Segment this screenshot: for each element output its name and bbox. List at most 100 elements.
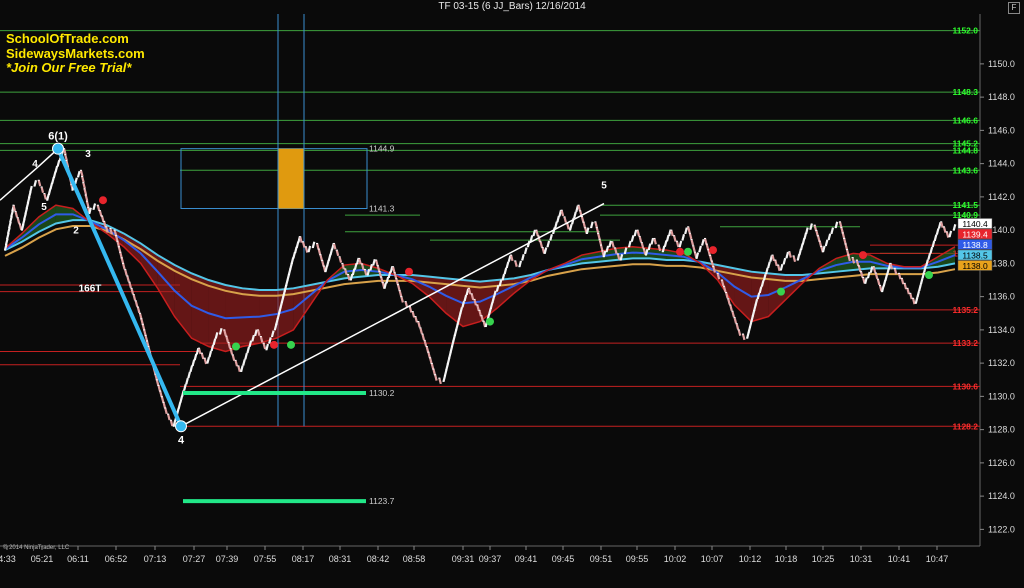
price-chart[interactable]: 1122.0 1124.0 1126.0 1128.0 1130.0 1132.0 1134… (0, 0, 1024, 588)
price-bar (49, 182, 54, 190)
price-bar (509, 254, 514, 262)
price-bar (251, 334, 255, 342)
y-tick-label: 1148.0 (988, 92, 1015, 102)
green-level-label: 1144.8 (952, 145, 978, 155)
price-bar (599, 244, 604, 252)
price-bar (855, 259, 860, 267)
price-bar (881, 285, 885, 292)
price-bar (231, 354, 236, 361)
y-tick-label: 1124.0 (988, 491, 1015, 501)
price-bar (735, 323, 740, 330)
x-tick-label: 09:55 (626, 554, 649, 564)
price-bar (532, 229, 537, 236)
signal-dot-green (232, 342, 240, 351)
price-bar (419, 327, 423, 334)
price-bar (882, 279, 887, 287)
green-level-label: 1152.0 (952, 26, 978, 36)
price-bar (927, 253, 932, 260)
price-bar (262, 342, 267, 350)
price-bar (92, 203, 97, 210)
price-bar (605, 245, 610, 253)
price-bar (276, 312, 281, 320)
price-bar (423, 339, 428, 347)
red-level-label: 1128.2 (952, 421, 978, 431)
price-bar (144, 335, 149, 342)
price-bar (432, 368, 436, 376)
price-bar (779, 263, 784, 271)
wave-label-bottom: 4 (178, 434, 185, 446)
price-bar (82, 182, 86, 189)
y-tick-label: 1128.0 (988, 425, 1015, 435)
price-bar (619, 253, 624, 261)
price-bar (14, 211, 19, 218)
price-bar (595, 227, 600, 234)
price-bar (760, 280, 765, 287)
x-tick-label: 07:55 (254, 554, 277, 564)
price-bar (341, 263, 345, 270)
x-tick-label: 07:27 (183, 554, 206, 564)
price-bar (191, 359, 196, 366)
price-bar (785, 251, 790, 259)
price-bar (395, 278, 399, 285)
x-tick-label: 09:31 (452, 554, 475, 564)
price-bar (731, 310, 735, 318)
price-bar (952, 224, 957, 231)
price-bar (851, 257, 856, 264)
price-bar (918, 284, 922, 291)
price-bar (51, 177, 55, 184)
price-bar (327, 254, 332, 261)
price-bar (282, 290, 286, 297)
price-bar (223, 329, 227, 336)
price-bar (524, 247, 528, 254)
price-bar (844, 243, 849, 251)
price-bar (657, 244, 662, 252)
price-bar (710, 260, 715, 268)
x-tick-label: 10:25 (812, 554, 835, 564)
price-bar (741, 333, 746, 341)
price-bar (751, 309, 756, 317)
price-bar (54, 165, 59, 173)
price-bar (623, 247, 628, 254)
price-bar (301, 241, 306, 248)
price-bar (688, 232, 693, 240)
price-bar (169, 419, 174, 427)
price-bar (495, 284, 500, 292)
price-bar (847, 254, 851, 262)
price-bar (321, 260, 325, 267)
price-bar (453, 329, 458, 336)
price-bar (539, 241, 544, 248)
price-bar (841, 232, 846, 239)
price-tag-label: 1138.5 (962, 250, 988, 260)
price-bar (940, 221, 944, 228)
price-bar (375, 259, 379, 267)
price-bar (774, 259, 778, 267)
price-bar (62, 148, 67, 155)
signal-dot-red (405, 267, 413, 276)
price-bar (116, 240, 121, 248)
x-tick-label: 08:58 (403, 554, 426, 564)
price-bar (916, 290, 921, 298)
price-bar (24, 207, 29, 215)
price-bar (172, 420, 177, 427)
price-bar (200, 352, 205, 360)
price-bar (722, 285, 727, 293)
price-bar (442, 375, 447, 382)
price-bar (141, 324, 146, 331)
x-tick-label: 09:41 (515, 554, 538, 564)
price-bar (900, 278, 905, 285)
price-bar (859, 271, 864, 278)
y-tick-label: 1122.0 (988, 524, 1015, 534)
price-bar (937, 221, 942, 229)
x-tick-label: 10:41 (888, 554, 911, 564)
price-bar (134, 300, 139, 307)
price-bar (109, 228, 113, 235)
price-bar (128, 281, 132, 289)
x-tick-label: 10:02 (664, 554, 687, 564)
price-bar (886, 268, 890, 275)
price-bar (185, 377, 189, 385)
signal-dot-red (99, 196, 107, 205)
price-bar (491, 296, 496, 303)
price-bar (138, 312, 143, 320)
price-bar (279, 301, 284, 308)
price-bar (792, 255, 797, 262)
